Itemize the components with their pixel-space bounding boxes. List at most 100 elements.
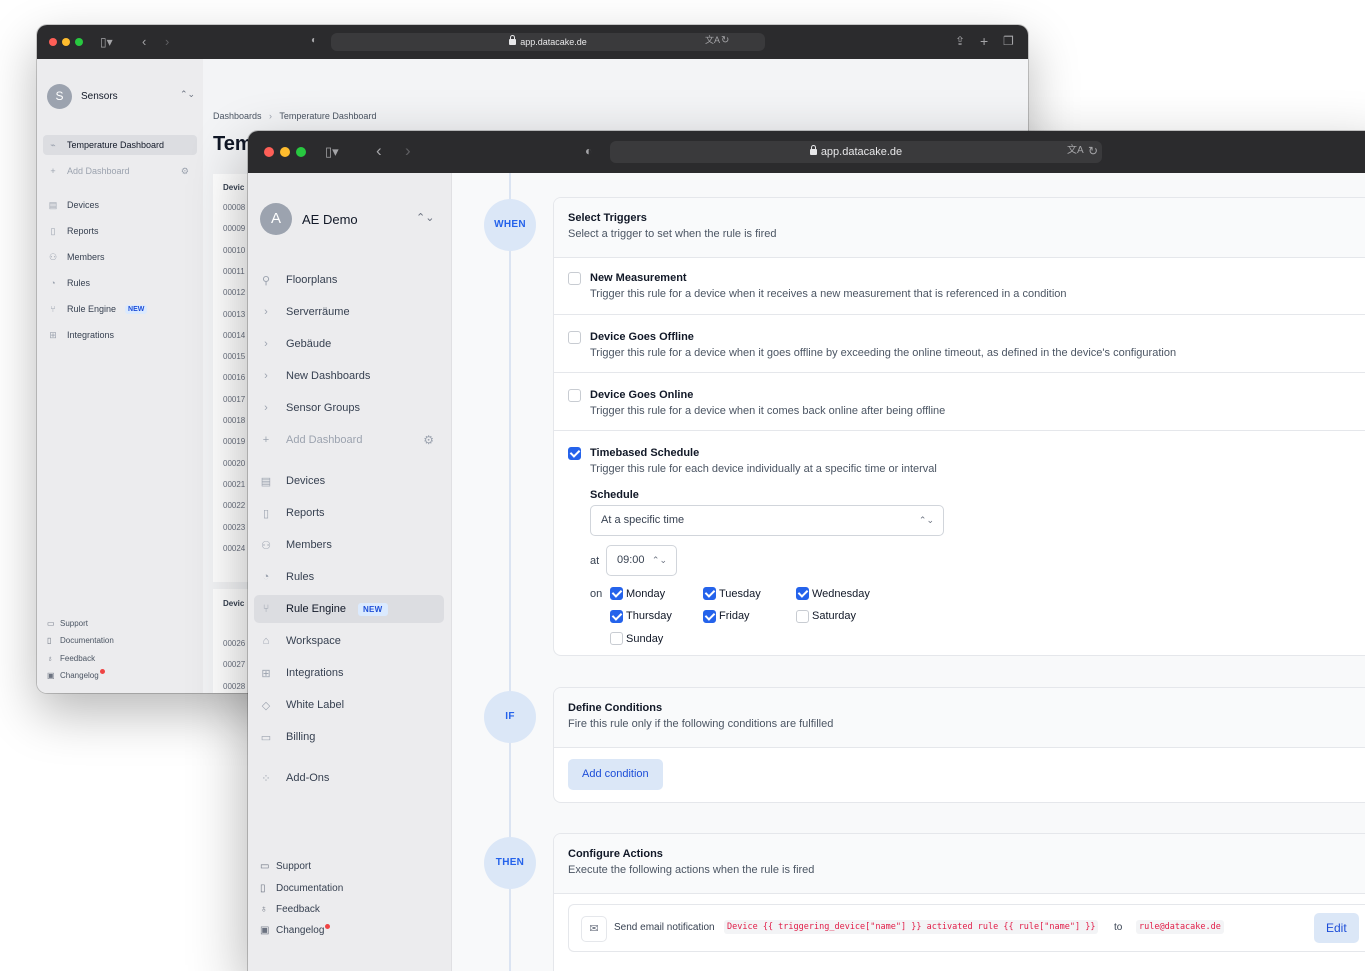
url-bar[interactable]: app.datacake.de: [331, 33, 765, 51]
workspace-switcher[interactable]: S Sensors: [47, 84, 118, 109]
back-arrow-icon[interactable]: ‹: [142, 35, 146, 48]
time-input[interactable]: 09:00 ⌃⌄: [606, 545, 677, 576]
table-row[interactable]: 00028: [223, 682, 245, 691]
sidebar-item-serverraeume[interactable]: › Serverräume: [254, 298, 444, 326]
day-checkbox[interactable]: [703, 609, 716, 623]
sidebar-item-rule-engine[interactable]: ⑂ Rule Engine NEW: [43, 299, 197, 319]
table-row[interactable]: 00015: [223, 352, 245, 361]
tabs-overview-icon[interactable]: ❐: [1003, 35, 1014, 47]
day-sunday[interactable]: Sunday: [610, 632, 663, 645]
gear-icon[interactable]: ⚙: [423, 433, 434, 447]
day-checkbox[interactable]: [610, 587, 623, 600]
sidebar-item-devices[interactable]: ▤ Devices: [254, 467, 444, 495]
table-row[interactable]: 00027: [223, 660, 245, 669]
translate-icon[interactable]: 文A: [1067, 146, 1084, 156]
reload-icon[interactable]: ↻: [721, 36, 729, 46]
day-monday[interactable]: Monday: [610, 587, 665, 600]
table-row[interactable]: 00021: [223, 480, 245, 489]
sidebar-item-add-dashboard[interactable]: + Add Dashboard ⚙: [43, 161, 197, 181]
sidebar-item-reports[interactable]: ▯ Reports: [43, 221, 197, 241]
table-row[interactable]: 00009: [223, 224, 245, 233]
sidebar-toggle-icon[interactable]: ▯▾: [100, 36, 113, 48]
sidebar-item-integrations[interactable]: ⊞ Integrations: [254, 659, 444, 687]
footer-support[interactable]: ▭ Support: [47, 619, 88, 628]
chevron-updown-icon[interactable]: ⌃⌄: [416, 211, 434, 224]
table-row[interactable]: 00026: [223, 639, 245, 648]
trigger-checkbox[interactable]: [568, 331, 581, 344]
reload-icon[interactable]: ↻: [1088, 145, 1098, 157]
breadcrumb-dashboards[interactable]: Dashboards: [213, 111, 262, 121]
trigger-checkbox-checked[interactable]: [568, 447, 581, 460]
minimize-window-button[interactable]: [62, 38, 70, 46]
sidebar-item-white-label[interactable]: ◇ White Label: [254, 691, 444, 719]
sidebar-item-members[interactable]: ⚇ Members: [43, 247, 197, 267]
new-tab-icon[interactable]: +: [980, 34, 988, 48]
add-condition-button[interactable]: Add condition: [568, 759, 663, 790]
sidebar-item-reports[interactable]: ▯ Reports: [254, 499, 444, 527]
sidebar-item-integrations[interactable]: ⊞ Integrations: [43, 325, 197, 345]
sidebar-item-add-dashboard[interactable]: + Add Dashboard ⚙: [254, 426, 444, 454]
forward-arrow-icon[interactable]: ›: [165, 35, 169, 48]
table-row[interactable]: 00024: [223, 544, 245, 553]
table-row[interactable]: 00012: [223, 288, 245, 297]
sidebar-item-temperature-dashboard[interactable]: ⌁ Temperature Dashboard: [43, 135, 197, 155]
close-window-button[interactable]: [264, 147, 274, 157]
back-arrow-icon[interactable]: ‹: [376, 142, 382, 159]
sidebar-item-rules[interactable]: ◔ Rules: [254, 563, 444, 591]
table-row[interactable]: 00010: [223, 246, 245, 255]
share-icon[interactable]: ⇪: [955, 35, 965, 47]
url-bar[interactable]: app.datacake.de: [610, 141, 1102, 163]
trigger-device-offline[interactable]: Device Goes Offline Trigger this rule fo…: [554, 314, 1365, 359]
footer-documentation[interactable]: ▯ Documentation: [47, 636, 114, 645]
chevron-updown-icon[interactable]: ⌃⌄: [180, 89, 195, 100]
day-checkbox[interactable]: [703, 587, 716, 600]
table-row[interactable]: 00014: [223, 331, 245, 340]
sidebar-item-billing[interactable]: ▭ Billing: [254, 723, 444, 751]
footer-feedback[interactable]: ♁ Feedback: [260, 904, 320, 915]
table-row[interactable]: 00018: [223, 416, 245, 425]
translate-icon[interactable]: 文A: [705, 36, 720, 45]
footer-changelog[interactable]: ▣ Changelog: [47, 669, 105, 680]
trigger-device-online[interactable]: Device Goes Online Trigger this rule for…: [554, 372, 1365, 417]
day-friday[interactable]: Friday: [703, 609, 750, 623]
table-row[interactable]: 00022: [223, 501, 245, 510]
sidebar-item-floorplans[interactable]: ⚲ Floorplans: [254, 266, 444, 294]
zoom-window-button[interactable]: [75, 38, 83, 46]
sidebar-item-rules[interactable]: ◔ Rules: [43, 273, 197, 293]
sidebar-item-add-ons[interactable]: ⁘ Add-Ons: [254, 764, 444, 792]
close-window-button[interactable]: [49, 38, 57, 46]
day-wednesday[interactable]: Wednesday: [796, 587, 870, 600]
edit-action-button[interactable]: Edit: [1314, 913, 1359, 943]
footer-documentation[interactable]: ▯ Documentation: [260, 883, 343, 894]
table-row[interactable]: 00008: [223, 203, 245, 212]
day-checkbox[interactable]: [796, 609, 809, 623]
table-row[interactable]: 00011: [223, 267, 245, 276]
sidebar-item-workspace[interactable]: ⌂ Workspace: [254, 627, 444, 655]
gear-icon[interactable]: ⚙: [181, 166, 189, 177]
table-row[interactable]: 00013: [223, 310, 245, 319]
table-row[interactable]: 00017: [223, 395, 245, 404]
day-checkbox[interactable]: [796, 587, 809, 600]
table-row[interactable]: 00023: [223, 523, 245, 532]
trigger-checkbox[interactable]: [568, 389, 581, 402]
schedule-select[interactable]: At a specific time ⌃⌄: [590, 505, 944, 536]
table-row[interactable]: 00020: [223, 459, 245, 468]
sidebar-item-devices[interactable]: ▤ Devices: [43, 195, 197, 215]
sidebar-item-new-dashboards[interactable]: › New Dashboards: [254, 362, 444, 390]
minimize-window-button[interactable]: [280, 147, 290, 157]
footer-support[interactable]: ▭ Support: [260, 861, 311, 872]
table-row[interactable]: 00019: [223, 437, 245, 446]
day-checkbox[interactable]: [610, 632, 623, 645]
day-thursday[interactable]: Thursday: [610, 609, 672, 623]
trigger-checkbox[interactable]: [568, 272, 581, 285]
table-row[interactable]: 00016: [223, 373, 245, 382]
footer-feedback[interactable]: ♁ Feedback: [47, 654, 95, 663]
trigger-timebased-schedule[interactable]: Timebased Schedule Trigger this rule for…: [554, 430, 1365, 655]
footer-changelog[interactable]: ▣ Changelog: [260, 924, 331, 936]
day-saturday[interactable]: Saturday: [796, 609, 856, 623]
day-tuesday[interactable]: Tuesday: [703, 587, 761, 600]
sidebar-toggle-icon[interactable]: ▯▾: [325, 145, 339, 158]
sidebar-item-members[interactable]: ⚇ Members: [254, 531, 444, 559]
breadcrumb-current[interactable]: Temperature Dashboard: [279, 111, 376, 121]
workspace-switcher[interactable]: A AE Demo: [260, 203, 358, 235]
